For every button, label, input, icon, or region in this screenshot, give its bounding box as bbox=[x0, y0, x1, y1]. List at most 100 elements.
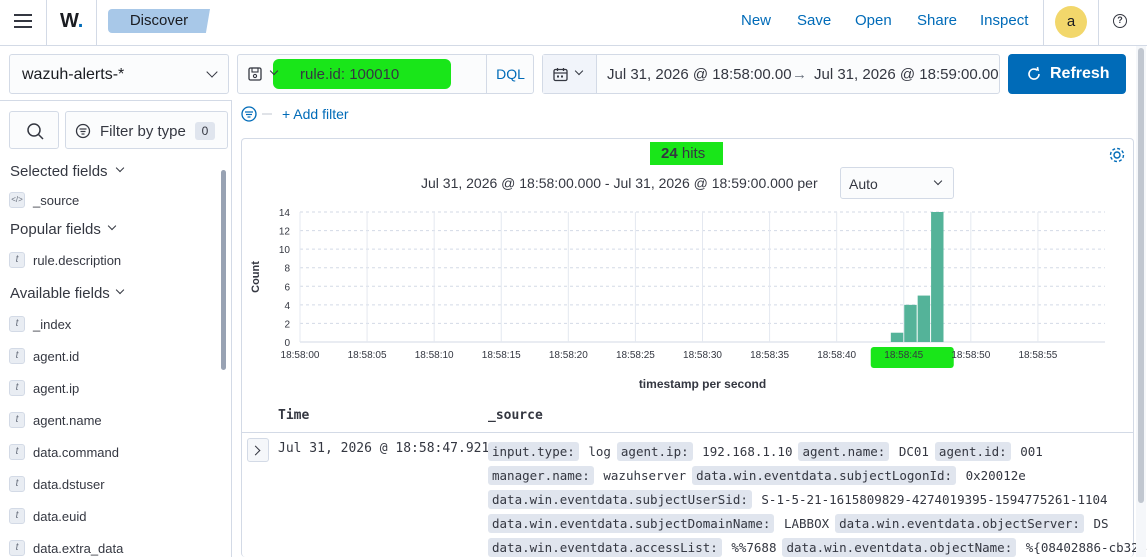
save-link[interactable]: Save bbox=[797, 12, 831, 29]
query-bar[interactable]: rule.id: 100010 DQL bbox=[237, 54, 534, 94]
string-type-icon: t bbox=[9, 476, 25, 492]
filter-options-icon[interactable] bbox=[240, 104, 276, 126]
column-header-source[interactable]: _source bbox=[488, 408, 543, 423]
string-type-icon: t bbox=[9, 412, 25, 428]
source-field-key: data.win.eventdata.subjectDomainName: bbox=[488, 514, 775, 533]
field-search-button[interactable] bbox=[9, 111, 59, 149]
divider bbox=[1098, 0, 1099, 46]
refresh-label: Refresh bbox=[1050, 65, 1110, 82]
histogram-bar bbox=[890, 332, 904, 342]
x-tick-label: 18:58:10 bbox=[415, 350, 454, 361]
y-tick-label: 6 bbox=[284, 282, 290, 293]
source-line: data.win.eventdata.subjectUserSid: S-1-5… bbox=[488, 490, 1114, 510]
source-field-key: agent.id: bbox=[934, 442, 1011, 461]
source-field-key: data.win.eventdata.objectServer: bbox=[835, 514, 1084, 533]
x-tick-label: 18:58:45 bbox=[884, 350, 923, 361]
string-type-icon: t bbox=[9, 540, 25, 556]
share-link[interactable]: Share bbox=[917, 12, 957, 29]
source-line: manager.name: wazuhserver data.win.eventd… bbox=[488, 466, 1032, 486]
interval-selected: Auto bbox=[849, 176, 878, 192]
inspect-link[interactable]: Inspect bbox=[980, 12, 1028, 29]
selected-fields-heading[interactable]: Selected fields bbox=[10, 163, 108, 180]
quick-menu-button[interactable] bbox=[543, 55, 597, 93]
source-field-value: 192.168.1.10 bbox=[702, 444, 793, 459]
y-tick-label: 8 bbox=[284, 264, 290, 275]
source-field-value: S-1-5-21-1615809829-4274019395-159477526… bbox=[761, 492, 1108, 507]
source-field-key: agent.ip: bbox=[616, 442, 693, 461]
available-fields-heading[interactable]: Available fields bbox=[10, 285, 110, 302]
source-field-key: data.win.eventdata.objectName: bbox=[782, 538, 1017, 557]
breadcrumb-discover[interactable]: Discover bbox=[108, 9, 210, 33]
row-timestamp: Jul 31, 2026 @ 18:58:47.921 bbox=[278, 441, 490, 456]
y-axis-title: Count bbox=[250, 261, 262, 293]
source-line: data.win.eventdata.accessList: %%7688 dat… bbox=[488, 538, 1147, 558]
source-field-key: data.win.eventdata.subjectUserSid: bbox=[488, 490, 752, 509]
divider bbox=[0, 100, 232, 101]
string-type-icon: t bbox=[9, 508, 25, 524]
refresh-button[interactable]: Refresh bbox=[1008, 54, 1126, 94]
x-tick-label: 18:58:55 bbox=[1018, 350, 1057, 361]
user-avatar[interactable]: a bbox=[1055, 6, 1087, 38]
filter-by-type-button[interactable]: Filter by type 0 bbox=[65, 111, 228, 149]
chevron-down-icon bbox=[933, 176, 943, 186]
divider bbox=[241, 432, 1134, 433]
end-date[interactable]: Jul 31, 2026 @ 18:59:00.00 bbox=[814, 66, 999, 83]
source-field-value: wazuhserver bbox=[603, 468, 687, 483]
source-field-value: DC01 bbox=[898, 444, 929, 459]
source-field-key: manager.name: bbox=[488, 466, 594, 485]
hits-label: hits bbox=[681, 145, 706, 162]
y-tick-label: 2 bbox=[284, 319, 290, 330]
chevron-down-icon bbox=[206, 66, 218, 78]
filter-by-type-label: Filter by type bbox=[100, 123, 186, 140]
query-language-button[interactable]: DQL bbox=[486, 55, 534, 93]
source-line: input.type: log agent.ip: 192.168.1.10 age… bbox=[488, 442, 1049, 462]
source-field-value: LABBOX bbox=[783, 516, 830, 531]
y-tick-label: 12 bbox=[279, 227, 291, 238]
filter-bar bbox=[240, 104, 276, 126]
popular-fields-heading[interactable]: Popular fields bbox=[10, 221, 101, 238]
sidebar-scrollbar[interactable] bbox=[221, 170, 226, 370]
menu-icon[interactable] bbox=[14, 14, 32, 28]
column-header-time[interactable]: Time bbox=[278, 408, 309, 423]
add-filter-button[interactable]: + Add filter bbox=[282, 106, 349, 122]
divider bbox=[1043, 0, 1044, 46]
wazuh-logo[interactable]: W. bbox=[60, 10, 83, 33]
x-axis-title: timestamp per second bbox=[639, 377, 766, 391]
saved-query-icon[interactable] bbox=[248, 67, 262, 81]
source-field-value: %%7688 bbox=[731, 540, 777, 555]
x-tick-label: 18:58:30 bbox=[683, 350, 722, 361]
x-tick-label: 18:58:35 bbox=[750, 350, 789, 361]
source-field-value: DS bbox=[1093, 516, 1109, 531]
top-nav-bar: W. Discover New Save Open Share Inspect … bbox=[0, 0, 1147, 46]
date-picker[interactable]: Jul 31, 2026 @ 18:58:00.00 → Jul 31, 202… bbox=[542, 54, 1000, 94]
string-type-icon: t bbox=[9, 444, 25, 460]
calendar-icon bbox=[553, 68, 568, 82]
code-icon: </> bbox=[9, 192, 25, 208]
x-tick-label: 18:58:05 bbox=[348, 350, 387, 361]
chevron-right-icon bbox=[250, 445, 261, 456]
histogram-bar bbox=[931, 212, 944, 342]
gear-icon[interactable] bbox=[1108, 146, 1126, 164]
source-field-key: data.win.eventdata.subjectLogonId: bbox=[692, 466, 957, 485]
source-field-key: agent.name: bbox=[798, 442, 890, 461]
index-pattern-select[interactable]: wazuh-alerts-* bbox=[9, 54, 229, 94]
x-tick-label: 18:58:40 bbox=[817, 350, 856, 361]
refresh-icon bbox=[1028, 66, 1040, 80]
interval-select[interactable]: Auto bbox=[840, 167, 954, 199]
help-icon[interactable]: ? bbox=[1113, 14, 1127, 28]
open-link[interactable]: Open bbox=[855, 12, 892, 29]
query-input[interactable]: rule.id: 100010 bbox=[300, 66, 399, 83]
arrow-right-icon: → bbox=[792, 66, 807, 83]
interval-text: Jul 31, 2026 @ 18:58:00.000 - Jul 31, 20… bbox=[421, 175, 818, 191]
hits-number: 24 bbox=[661, 145, 678, 162]
new-link[interactable]: New bbox=[741, 12, 771, 29]
start-date[interactable]: Jul 31, 2026 @ 18:58:00.00 bbox=[607, 66, 792, 83]
y-tick-label: 10 bbox=[279, 245, 291, 256]
expand-row-button[interactable] bbox=[247, 438, 269, 462]
page-scrollbar[interactable] bbox=[1136, 46, 1146, 557]
string-type-icon: t bbox=[9, 380, 25, 396]
y-tick-label: 4 bbox=[284, 301, 290, 312]
y-tick-label: 0 bbox=[284, 338, 290, 349]
string-type-icon: t bbox=[9, 316, 25, 332]
divider bbox=[96, 0, 97, 46]
